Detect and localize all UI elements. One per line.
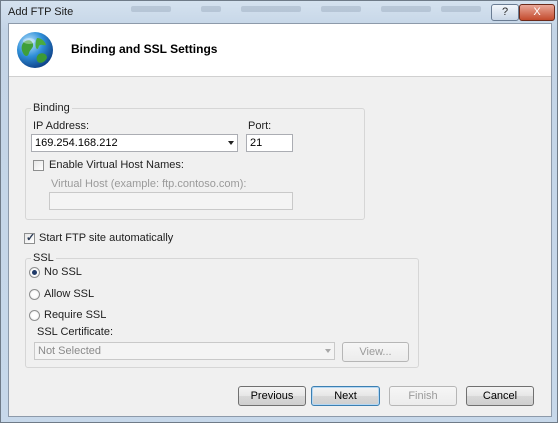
previous-button[interactable]: Previous bbox=[238, 386, 306, 406]
start-automatically-label: Start FTP site automatically bbox=[39, 232, 174, 244]
globe-icon bbox=[17, 32, 53, 68]
checkmark-icon: ✓ bbox=[26, 232, 36, 244]
background-window-strip bbox=[131, 3, 481, 17]
dialog-window: Add FTP Site ? X Binding and SSL Setting… bbox=[0, 0, 558, 423]
enable-virtual-host-label: Enable Virtual Host Names: bbox=[49, 159, 184, 171]
close-button[interactable]: X bbox=[519, 4, 555, 21]
radio-selected-dot bbox=[32, 270, 37, 275]
finish-button-label: Finish bbox=[408, 390, 438, 402]
enable-virtual-host-checkbox[interactable] bbox=[33, 160, 44, 171]
ip-address-combobox[interactable]: 169.254.168.212 bbox=[31, 134, 238, 152]
port-label: Port: bbox=[248, 120, 272, 132]
require-ssl-radio[interactable] bbox=[29, 310, 40, 321]
help-icon: ? bbox=[501, 6, 509, 18]
require-ssl-label: Require SSL bbox=[44, 309, 107, 321]
ssl-certificate-label: SSL Certificate: bbox=[37, 326, 114, 338]
ssl-certificate-value: Not Selected bbox=[38, 345, 101, 357]
view-certificate-label: View... bbox=[359, 346, 392, 358]
next-button[interactable]: Next bbox=[311, 386, 380, 406]
previous-button-label: Previous bbox=[250, 390, 294, 402]
binding-group-label: Binding bbox=[31, 102, 72, 114]
help-button[interactable]: ? bbox=[491, 4, 519, 21]
ssl-certificate-combobox[interactable]: Not Selected bbox=[34, 342, 335, 360]
dialog-client-area: Binding and SSL Settings Binding IP Addr… bbox=[8, 23, 552, 417]
page-title: Binding and SSL Settings bbox=[71, 42, 218, 56]
start-automatically-checkbox[interactable]: ✓ bbox=[24, 232, 36, 244]
ip-address-value: 169.254.168.212 bbox=[35, 137, 118, 149]
cancel-button-label: Cancel bbox=[482, 390, 518, 402]
ssl-group-label: SSL bbox=[31, 252, 56, 264]
chevron-down-icon[interactable] bbox=[228, 141, 234, 145]
allow-ssl-radio[interactable] bbox=[29, 289, 40, 300]
allow-ssl-label: Allow SSL bbox=[44, 288, 95, 300]
port-value: 21 bbox=[250, 137, 263, 149]
chevron-down-icon[interactable] bbox=[325, 349, 331, 353]
ip-address-label: IP Address: bbox=[33, 120, 90, 132]
virtual-host-label: Virtual Host (example: ftp.contoso.com): bbox=[51, 178, 247, 190]
close-icon: X bbox=[533, 6, 541, 18]
port-input[interactable]: 21 bbox=[246, 134, 293, 152]
view-certificate-button[interactable]: View... bbox=[342, 342, 409, 362]
finish-button[interactable]: Finish bbox=[389, 386, 457, 406]
no-ssl-label: No SSL bbox=[44, 266, 82, 278]
title-bar[interactable]: Add FTP Site ? X bbox=[1, 1, 557, 23]
window-title: Add FTP Site bbox=[8, 6, 74, 18]
virtual-host-input[interactable] bbox=[49, 192, 293, 210]
no-ssl-radio[interactable] bbox=[29, 267, 40, 278]
next-button-label: Next bbox=[334, 390, 357, 402]
cancel-button[interactable]: Cancel bbox=[466, 386, 534, 406]
wizard-header: Binding and SSL Settings bbox=[9, 24, 551, 77]
